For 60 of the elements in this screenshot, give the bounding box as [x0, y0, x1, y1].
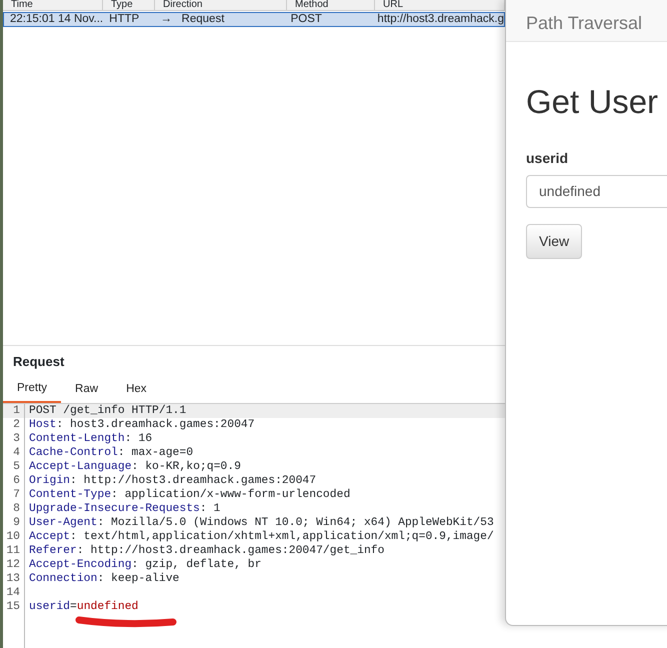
- table-cell-text: 22:15:01 14 Nov...: [9, 13, 104, 26]
- column-header[interactable]: Direction: [155, 0, 287, 10]
- input-field[interactable]: undefined: [526, 174, 667, 208]
- line-number: 5: [3, 460, 25, 474]
- view-button[interactable]: View: [526, 224, 582, 259]
- line-number: 7: [3, 488, 25, 502]
- code-text: : ko-KR,ko;q=0.9: [132, 460, 241, 474]
- code-text: : max-age=0: [118, 446, 194, 460]
- code-text: Host: [29, 418, 56, 432]
- column-header[interactable]: Method: [287, 0, 375, 10]
- code-text: POST /get_info HTTP/1.1: [29, 404, 186, 418]
- line-number: 1: [3, 404, 25, 418]
- column-header[interactable]: Type: [103, 0, 155, 10]
- code-text: Cache-Control: [29, 446, 118, 460]
- code-text: User-Agent: [29, 516, 98, 530]
- table-row[interactable]: 22:15:01 14 Nov... HTTP → Request POST http://host3.dreamhack.g: [3, 12, 505, 27]
- table-cell-text: http://host3.dreamhack.g: [376, 13, 504, 26]
- table-cell-text: POST: [290, 13, 323, 26]
- code-text: : gzip, deflate, br: [132, 558, 262, 572]
- tab[interactable]: Hex: [112, 376, 161, 403]
- code-text: userid: [29, 600, 70, 614]
- field-label: userid: [526, 148, 570, 168]
- tab[interactable]: Raw: [61, 376, 112, 403]
- page-heading: Get User: [526, 82, 660, 122]
- code-text: : keep-alive: [97, 572, 180, 586]
- line-number: 13: [3, 572, 25, 586]
- line-number: 11: [3, 544, 25, 558]
- code-text: : http://host3.dreamhack.games:20047: [70, 474, 316, 488]
- line-number: 3: [3, 432, 25, 446]
- code-text: Accept-Encoding: [29, 558, 132, 572]
- code-text: : application/x-www-form-urlencoded: [111, 488, 350, 502]
- line-number: 6: [3, 474, 25, 488]
- code-text: : 16: [124, 432, 152, 446]
- line-number: 10: [3, 530, 25, 544]
- code-text: Accept: [29, 530, 70, 544]
- line-number: 8: [3, 502, 25, 516]
- code-text: : 1: [200, 502, 220, 516]
- panel-title: Request: [12, 353, 66, 371]
- code-text: Connection: [29, 572, 98, 586]
- line-number: 15: [3, 600, 25, 614]
- line-number: 4: [3, 446, 25, 460]
- code-text: : text/html,application/xhtml+xml,application/xml;q=0.9,image/: [70, 530, 494, 544]
- code-text: undefined: [76, 600, 138, 614]
- code-text: : http://host3.dreamhack.games:20047/get_info: [76, 544, 384, 558]
- code-text: Accept-Language: [29, 460, 132, 474]
- code-text: Referer: [29, 544, 77, 558]
- line-number: 9: [3, 516, 25, 530]
- code-text: Upgrade-Insecure-Requests: [29, 502, 200, 516]
- code-text: Origin: [29, 474, 70, 488]
- line-number: 2: [3, 418, 25, 432]
- code-text: =: [70, 600, 77, 614]
- column-header[interactable]: Time: [3, 0, 103, 10]
- table-cell-text: → Request: [159, 13, 226, 26]
- table-cell-text: HTTP: [108, 13, 140, 26]
- code-text: : Mozilla/5.0 (Windows NT 10.0; Win64; x64) AppleWebKit/53: [97, 516, 494, 530]
- line-number: 12: [3, 558, 25, 572]
- line-number: 14: [3, 586, 25, 600]
- code-text: Content-Type: [29, 488, 112, 502]
- code-text: Content-Length: [29, 432, 125, 446]
- code-text: : host3.dreamhack.games:20047: [56, 418, 255, 432]
